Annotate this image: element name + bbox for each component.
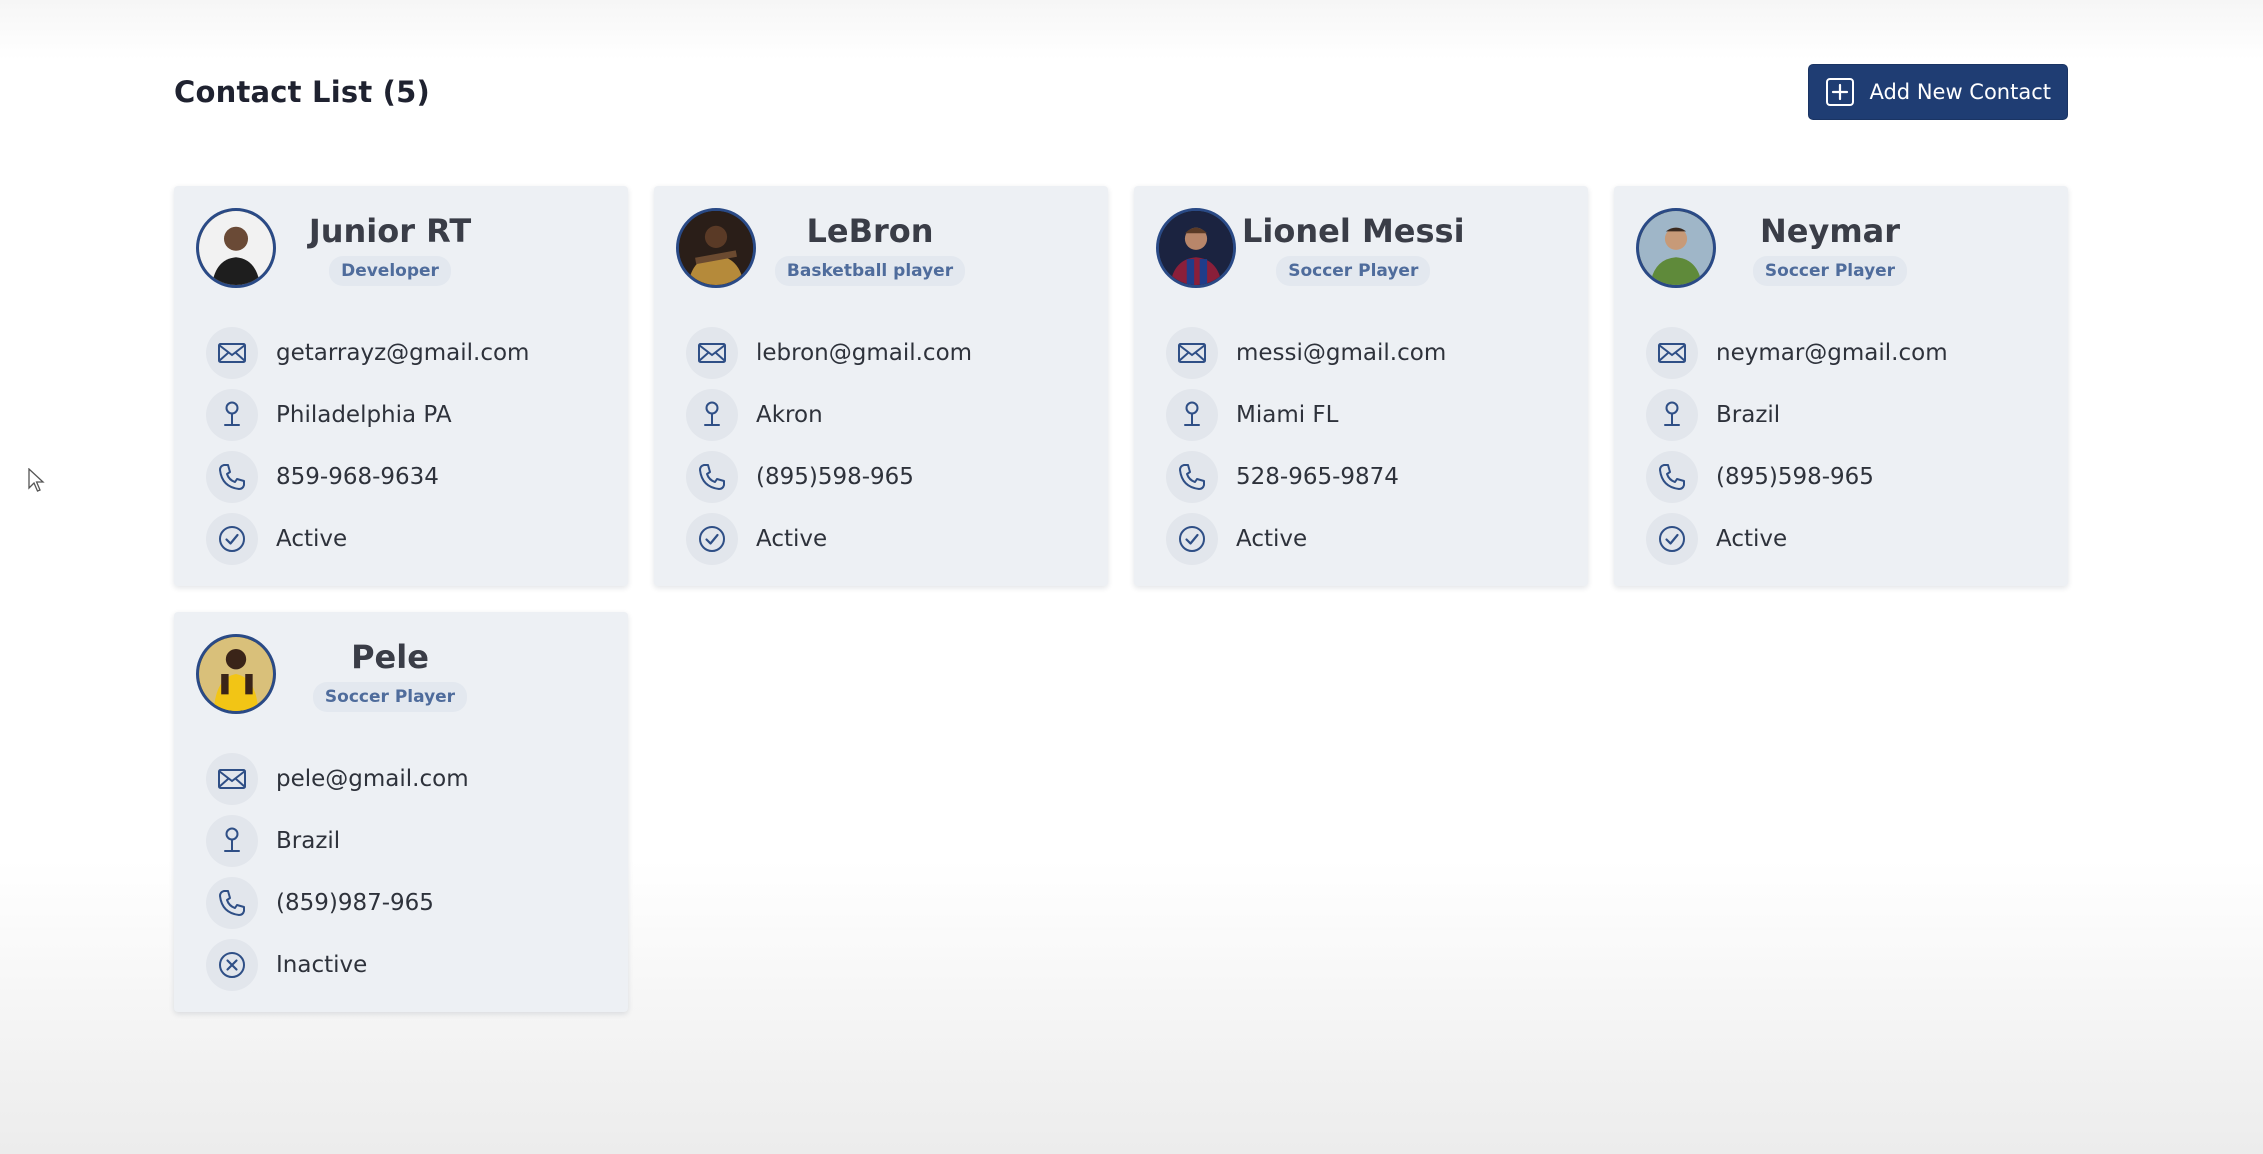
check-circle-icon: [206, 513, 258, 565]
contact-location: Brazil: [1716, 402, 1781, 428]
mail-icon: [206, 753, 258, 805]
location-row: Brazil: [196, 810, 608, 872]
contact-phone: 859-968-9634: [276, 464, 439, 490]
contact-status: Active: [1716, 526, 1788, 552]
contact-location: Akron: [756, 402, 823, 428]
status-row: Active: [1636, 508, 2048, 570]
location-pin-icon: [1646, 389, 1698, 441]
mail-icon: [686, 327, 738, 379]
contact-location: Miami FL: [1236, 402, 1339, 428]
email-row: neymar@gmail.com: [1636, 322, 2048, 384]
phone-row: (895)598-965: [1636, 446, 2048, 508]
phone-icon: [1646, 451, 1698, 503]
check-circle-icon: [686, 513, 738, 565]
x-circle-icon: [206, 939, 258, 991]
avatar: [196, 208, 276, 288]
mail-icon: [1646, 327, 1698, 379]
check-circle-icon: [1646, 513, 1698, 565]
mail-icon: [1166, 327, 1218, 379]
phone-icon: [206, 451, 258, 503]
contact-status: Inactive: [276, 952, 368, 978]
add-new-contact-label: Add New Contact: [1869, 80, 2051, 104]
avatar: [196, 634, 276, 714]
email-row: messi@gmail.com: [1156, 322, 1568, 384]
contact-name: Junior RT: [308, 212, 472, 250]
contact-card[interactable]: Pele Soccer Player pele@gmail.com Brazil…: [174, 612, 628, 1012]
location-row: Miami FL: [1156, 384, 1568, 446]
contact-card[interactable]: Junior RT Developer getarrayz@gmail.com …: [174, 186, 628, 586]
mouse-cursor-icon: [28, 468, 45, 492]
location-row: Akron: [676, 384, 1088, 446]
contact-location: Brazil: [276, 828, 341, 854]
contact-status: Active: [276, 526, 348, 552]
phone-row: 859-968-9634: [196, 446, 608, 508]
avatar: [676, 208, 756, 288]
contact-email: getarrayz@gmail.com: [276, 340, 530, 366]
contact-name: Lionel Messi: [1242, 212, 1465, 250]
phone-icon: [686, 451, 738, 503]
contact-card[interactable]: LeBron Basketball player lebron@gmail.co…: [654, 186, 1108, 586]
contact-role-badge: Soccer Player: [1752, 256, 1908, 286]
check-circle-icon: [1166, 513, 1218, 565]
phone-row: (859)987-965: [196, 872, 608, 934]
contact-phone: (895)598-965: [1716, 464, 1874, 490]
contact-name: Pele: [351, 638, 429, 676]
contact-role-badge: Soccer Player: [312, 682, 468, 712]
page-title: Contact List (5): [174, 75, 430, 109]
avatar: [1636, 208, 1716, 288]
contact-role-badge: Soccer Player: [1276, 256, 1431, 286]
mail-icon: [206, 327, 258, 379]
contact-status: Active: [1236, 526, 1308, 552]
contact-role-badge: Developer: [329, 256, 451, 286]
phone-icon: [206, 877, 258, 929]
contact-email: pele@gmail.com: [276, 766, 469, 792]
contact-role-badge: Basketball player: [774, 256, 966, 286]
email-row: lebron@gmail.com: [676, 322, 1088, 384]
contact-phone: (895)598-965: [756, 464, 914, 490]
add-new-contact-button[interactable]: Add New Contact: [1808, 64, 2068, 120]
status-row: Inactive: [196, 934, 608, 996]
status-row: Active: [1156, 508, 1568, 570]
contact-email: neymar@gmail.com: [1716, 340, 1948, 366]
contact-email: messi@gmail.com: [1236, 340, 1447, 366]
plus-square-icon: [1826, 78, 1855, 106]
contact-name: LeBron: [806, 212, 934, 250]
contact-location: Philadelphia PA: [276, 402, 452, 428]
location-pin-icon: [206, 389, 258, 441]
contact-status: Active: [756, 526, 828, 552]
contact-grid: Junior RT Developer getarrayz@gmail.com …: [174, 186, 2068, 1012]
page-header: Contact List (5) Add New Contact: [174, 64, 2068, 120]
email-row: pele@gmail.com: [196, 748, 608, 810]
contact-name: Neymar: [1759, 212, 1901, 250]
contact-phone: 528-965-9874: [1236, 464, 1399, 490]
contact-phone: (859)987-965: [276, 890, 434, 916]
location-pin-icon: [1166, 389, 1218, 441]
email-row: getarrayz@gmail.com: [196, 322, 608, 384]
phone-icon: [1166, 451, 1218, 503]
status-row: Active: [196, 508, 608, 570]
location-row: Philadelphia PA: [196, 384, 608, 446]
contact-card[interactable]: Neymar Soccer Player neymar@gmail.com Br…: [1614, 186, 2068, 586]
avatar: [1156, 208, 1236, 288]
location-row: Brazil: [1636, 384, 2048, 446]
contact-card[interactable]: Lionel Messi Soccer Player messi@gmail.c…: [1134, 186, 1588, 586]
phone-row: 528-965-9874: [1156, 446, 1568, 508]
contact-email: lebron@gmail.com: [756, 340, 973, 366]
location-pin-icon: [686, 389, 738, 441]
phone-row: (895)598-965: [676, 446, 1088, 508]
location-pin-icon: [206, 815, 258, 867]
status-row: Active: [676, 508, 1088, 570]
